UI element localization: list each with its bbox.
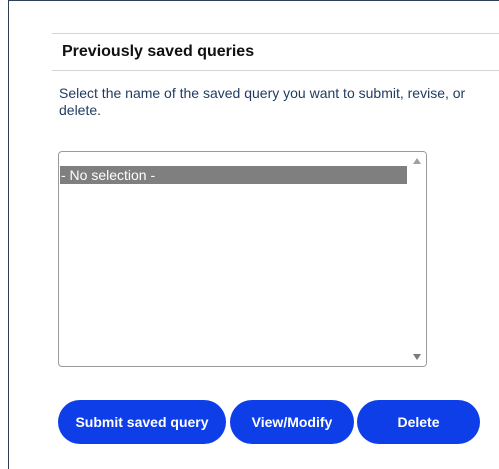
listbox-scrollbar[interactable] [408, 152, 426, 366]
section-title: Previously saved queries [62, 43, 255, 60]
scroll-up-arrow-icon[interactable] [413, 158, 421, 164]
view-modify-button[interactable]: View/Modify [230, 400, 354, 444]
scroll-down-arrow-icon[interactable] [413, 354, 421, 360]
delete-button[interactable]: Delete [357, 400, 480, 444]
section-header: Previously saved queries [52, 33, 499, 71]
submit-saved-query-button[interactable]: Submit saved query [58, 400, 226, 444]
instructions-text: Select the name of the saved query you w… [59, 85, 466, 118]
saved-queries-listbox[interactable]: - No selection - [58, 151, 427, 367]
list-option-no-selection[interactable]: - No selection - [60, 166, 407, 184]
